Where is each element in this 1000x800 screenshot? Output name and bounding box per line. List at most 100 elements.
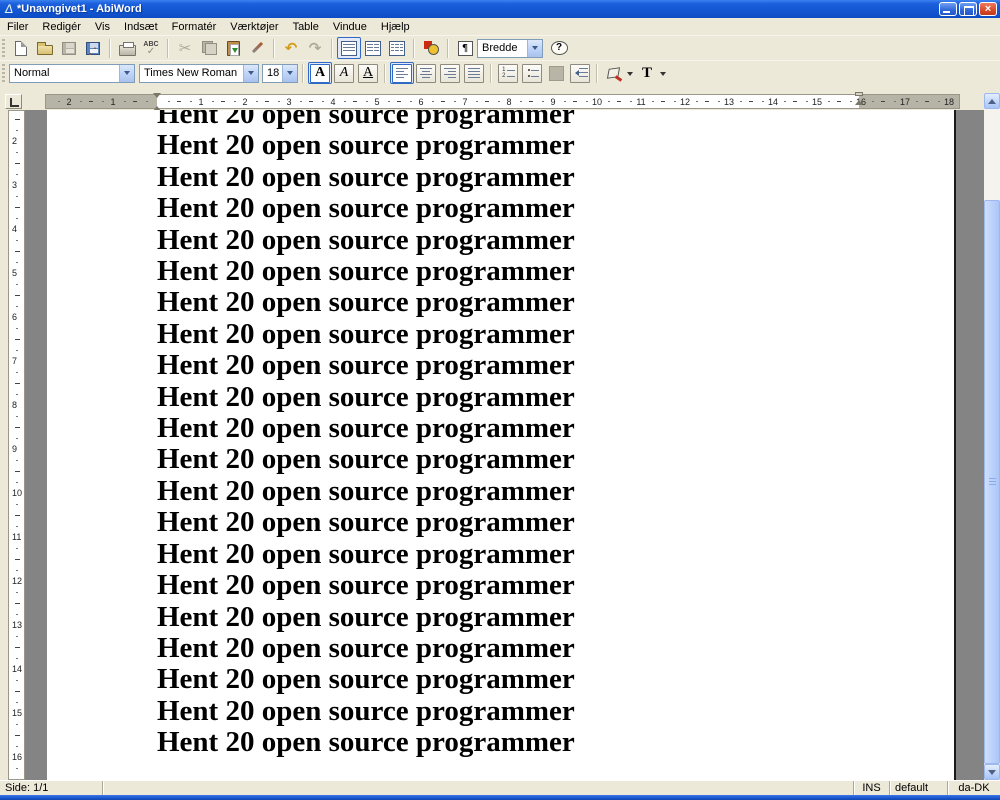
menu-item-formater[interactable]: Formatér <box>165 19 224 35</box>
vertical-ruler[interactable]: 2345678910111213141516 <box>8 110 25 780</box>
align-right-button[interactable] <box>438 62 462 84</box>
document-line[interactable]: Hent 20 open source programmer <box>157 413 575 444</box>
font-select[interactable]: Times New Roman <box>139 64 259 83</box>
menu-item-vindue[interactable]: Vindue <box>326 19 374 35</box>
document-line[interactable]: Hent 20 open source programmer <box>157 287 575 318</box>
toolbar-grip[interactable] <box>0 64 7 83</box>
scrollbar-thumb[interactable] <box>984 200 1000 764</box>
document-line[interactable]: Hent 20 open source programmer <box>157 382 575 413</box>
print-button[interactable] <box>115 37 139 59</box>
document-line[interactable]: Hent 20 open source programmer <box>157 727 575 758</box>
document-line[interactable]: Hent 20 open source programmer <box>157 507 575 538</box>
help-button[interactable]: ? <box>547 37 571 59</box>
toolbar-grip[interactable] <box>0 39 7 58</box>
document-line[interactable]: Hent 20 open source programmer <box>157 602 575 633</box>
chevron-down-icon[interactable] <box>243 65 258 82</box>
page[interactable]: Hent 20 open source programmerHent 20 op… <box>47 110 956 780</box>
document-text[interactable]: Hent 20 open source programmerHent 20 op… <box>157 110 575 759</box>
menu-bar: FilerRedigérVisIndsætFormatérVærktøjerTa… <box>0 18 1000 35</box>
document-line[interactable]: Hent 20 open source programmer <box>157 539 575 570</box>
redo-button[interactable]: ↷ <box>303 37 327 59</box>
save-as-button[interactable] <box>81 37 105 59</box>
ruler-mark <box>168 101 170 102</box>
view-three-columns-button[interactable] <box>385 37 409 59</box>
cut-button[interactable]: ✂ <box>173 37 197 59</box>
align-center-button[interactable] <box>414 62 438 84</box>
close-button[interactable]: × <box>979 2 997 16</box>
style-select[interactable]: Normal <box>9 64 135 83</box>
font-color-button[interactable]: T <box>635 62 659 84</box>
chevron-down-icon[interactable] <box>282 65 297 82</box>
zoom-select[interactable]: Bredde <box>477 39 543 58</box>
tab-stop-selector[interactable] <box>5 94 22 109</box>
scroll-down-button[interactable] <box>984 764 1000 780</box>
view-one-column-button[interactable] <box>337 37 361 59</box>
underline-button[interactable]: A <box>356 62 380 84</box>
scroll-up-button[interactable] <box>984 93 1000 109</box>
font-size-select[interactable]: 18 <box>262 64 298 83</box>
document-line[interactable]: Hent 20 open source programmer <box>157 696 575 727</box>
format-painter-button[interactable] <box>245 37 269 59</box>
increase-indent-button[interactable] <box>568 62 592 84</box>
ruler-mark <box>16 570 18 571</box>
document-line[interactable]: Hent 20 open source programmer <box>157 162 575 193</box>
document-line[interactable]: Hent 20 open source programmer <box>157 193 575 224</box>
copy-button[interactable] <box>197 37 221 59</box>
paste-button[interactable] <box>221 37 245 59</box>
document-line[interactable]: Hent 20 open source programmer <box>157 110 575 130</box>
show-formatting-button[interactable]: ¶ <box>453 37 477 59</box>
menu-item-hjaelp[interactable]: Hjælp <box>374 19 417 35</box>
document-line[interactable]: Hent 20 open source programmer <box>157 633 575 664</box>
menu-item-filer[interactable]: Filer <box>0 19 35 35</box>
spellcheck-button[interactable]: ABC✓ <box>139 37 163 59</box>
menu-item-indsaet[interactable]: Indsæt <box>117 19 165 35</box>
status-insert-mode[interactable]: INS <box>854 781 890 795</box>
document-line[interactable]: Hent 20 open source programmer <box>157 570 575 601</box>
ruler-mark <box>388 101 390 102</box>
menu-item-table[interactable]: Table <box>286 19 326 35</box>
font-size-value: 18 <box>263 67 282 79</box>
document-line[interactable]: Hent 20 open source programmer <box>157 319 575 350</box>
menu-item-rediger[interactable]: Redigér <box>35 19 88 35</box>
vertical-scrollbar[interactable] <box>984 93 1000 780</box>
horizontal-ruler[interactable]: 21123456789101112131415161718 <box>45 94 960 109</box>
highlight-color-button[interactable] <box>602 62 626 84</box>
document-line[interactable]: Hent 20 open source programmer <box>157 225 575 256</box>
status-language[interactable]: da-DK <box>948 781 1000 795</box>
menu-item-vaerktojer[interactable]: Værktøjer <box>223 19 285 35</box>
bullet-list-button[interactable] <box>520 62 544 84</box>
ruler-mark <box>212 101 214 102</box>
italic-button[interactable]: A <box>332 62 356 84</box>
right-indent-marker[interactable] <box>855 92 863 105</box>
chevron-down-icon[interactable] <box>119 65 134 82</box>
highlight-color-dropdown-arrow[interactable] <box>627 72 633 79</box>
document-line[interactable]: Hent 20 open source programmer <box>157 476 575 507</box>
font-color-dropdown-arrow[interactable] <box>660 72 666 79</box>
ruler-mark: 8 <box>12 401 17 410</box>
status-style-name[interactable]: default <box>890 781 948 795</box>
align-justify-button[interactable] <box>462 62 486 84</box>
decrease-indent-button[interactable] <box>544 62 568 84</box>
ruler-mark: 5 <box>12 269 17 278</box>
insert-image-button[interactable] <box>419 37 443 59</box>
undo-button[interactable]: ↶ <box>279 37 303 59</box>
window-title-bar[interactable]: ∆ *Unavngivet1 - AbiWord × <box>0 0 1000 18</box>
minimize-button[interactable] <box>939 2 957 16</box>
align-left-button[interactable] <box>390 62 414 84</box>
new-document-button[interactable] <box>9 37 33 59</box>
first-line-indent-marker[interactable] <box>153 93 161 102</box>
document-line[interactable]: Hent 20 open source programmer <box>157 444 575 475</box>
bold-button[interactable]: A <box>308 62 332 84</box>
ruler-mark <box>16 130 18 131</box>
restore-button[interactable] <box>959 2 977 16</box>
document-line[interactable]: Hent 20 open source programmer <box>157 664 575 695</box>
document-line[interactable]: Hent 20 open source programmer <box>157 130 575 161</box>
numbered-list-button[interactable]: 1 2 <box>496 62 520 84</box>
save-button[interactable] <box>57 37 81 59</box>
menu-item-vis[interactable]: Vis <box>88 19 117 35</box>
chevron-down-icon[interactable] <box>527 40 542 57</box>
document-line[interactable]: Hent 20 open source programmer <box>157 256 575 287</box>
open-button[interactable] <box>33 37 57 59</box>
document-line[interactable]: Hent 20 open source programmer <box>157 350 575 381</box>
view-two-columns-button[interactable] <box>361 37 385 59</box>
